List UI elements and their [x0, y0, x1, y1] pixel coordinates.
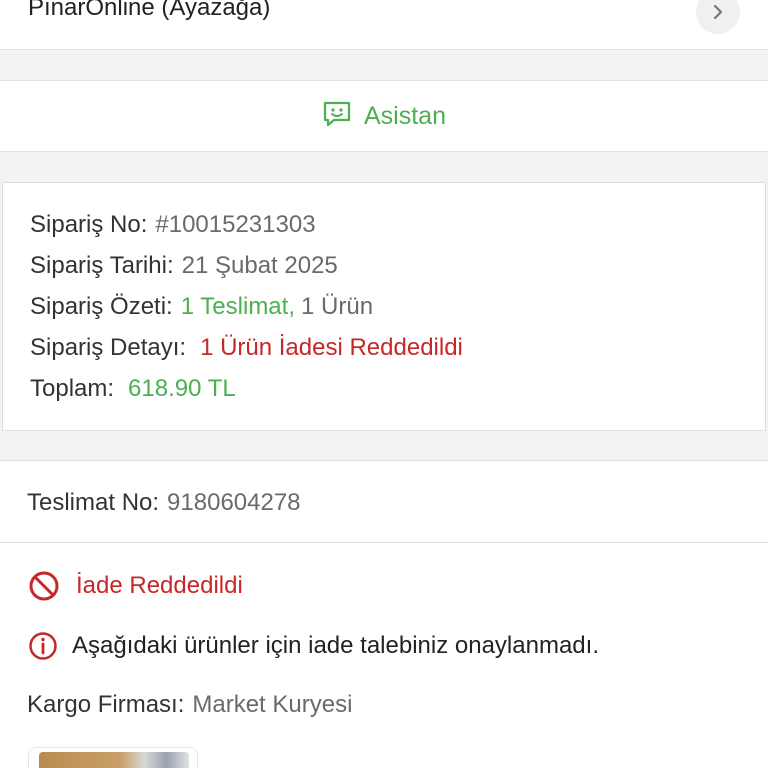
order-summary-row: Sipariş Özeti: 1 Teslimat, 1 Ürün	[30, 293, 373, 321]
chevron-right-icon[interactable]	[696, 0, 740, 34]
info-circle-icon	[28, 631, 58, 661]
chat-assistant-icon	[322, 100, 352, 133]
order-detail-row: Sipariş Detayı: 1 Ürün İadesi Reddedildi	[30, 334, 463, 362]
order-date-label: Sipariş Tarihi:	[30, 252, 174, 279]
order-number-value: #10015231303	[155, 211, 316, 238]
prohibited-icon	[28, 570, 60, 602]
order-summary-card: Sipariş No: #10015231303 Sipariş Tarihi: 2…	[2, 182, 766, 431]
divider	[0, 542, 768, 543]
carrier-value: Market Kuryesi	[192, 691, 353, 718]
return-info-row: Aşağıdaki ürünler için iade talebiniz on…	[28, 631, 599, 661]
order-summary-deliveries[interactable]: 1 Teslimat,	[181, 293, 295, 320]
product-image	[39, 752, 189, 768]
seller-row[interactable]: PınarOnline (Ayazağa)	[0, 0, 768, 50]
order-number-row: Sipariş No: #10015231303	[30, 211, 316, 239]
carrier-label: Kargo Firması:	[27, 691, 185, 718]
product-thumbnail[interactable]	[28, 747, 198, 768]
order-total-row: Toplam: 618.90 TL	[30, 375, 236, 403]
seller-name: PınarOnline (Ayazağa)	[28, 0, 271, 21]
order-summary-label: Sipariş Özeti:	[30, 293, 173, 320]
order-date-row: Sipariş Tarihi: 21 Şubat 2025	[30, 252, 338, 280]
order-total-label: Toplam:	[30, 375, 115, 402]
delivery-section: Teslimat No: 9180604278 İade Reddedildi A…	[0, 460, 768, 768]
order-detail-label: Sipariş Detayı:	[30, 334, 187, 361]
assistant-label: Asistan	[364, 101, 446, 130]
return-info-text: Aşağıdaki ürünler için iade talebiniz on…	[72, 632, 599, 659]
order-total-value: 618.90 TL	[128, 375, 236, 402]
delivery-number-value: 9180604278	[167, 489, 301, 516]
order-date-value: 21 Şubat 2025	[181, 252, 338, 279]
delivery-number-label: Teslimat No:	[27, 489, 160, 516]
order-summary-items: 1 Ürün	[301, 293, 374, 320]
return-status-text: İade Reddedildi	[76, 572, 243, 599]
carrier-row: Kargo Firması: Market Kuryesi	[27, 691, 352, 719]
order-number-label: Sipariş No:	[30, 211, 148, 238]
delivery-number-row: Teslimat No: 9180604278	[27, 489, 301, 517]
order-detail-value: 1 Ürün İadesi Reddedildi	[200, 334, 463, 361]
assistant-button[interactable]: Asistan	[0, 80, 768, 152]
return-status-row: İade Reddedildi	[28, 570, 243, 602]
